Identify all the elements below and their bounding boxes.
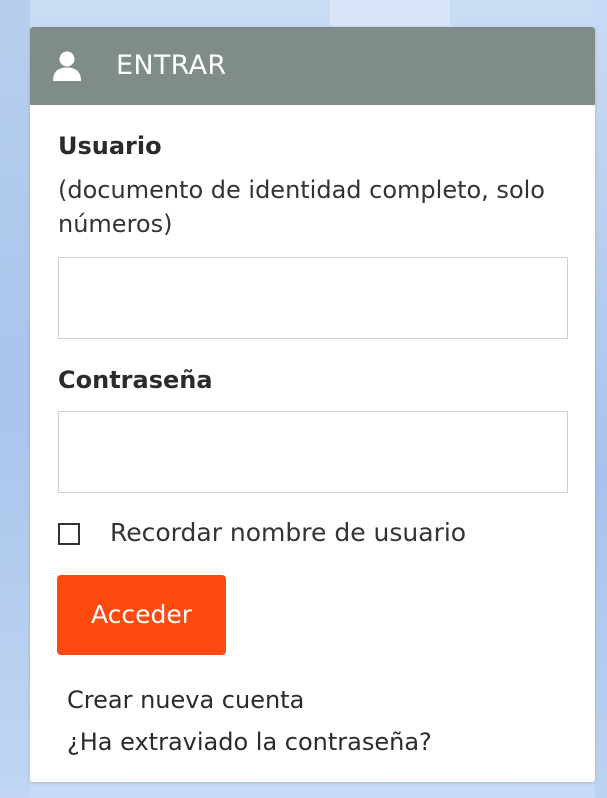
login-card: ENTRAR Usuario (documento de identidad c… — [30, 27, 595, 782]
password-input[interactable] — [58, 411, 568, 493]
background-panel-right — [595, 0, 607, 798]
password-label: Contraseña — [58, 366, 213, 394]
login-title: ENTRAR — [116, 50, 227, 81]
remember-username-checkbox[interactable] — [58, 523, 80, 545]
background-panel-left — [0, 0, 30, 798]
create-account-link[interactable]: Crear nueva cuenta — [67, 685, 304, 715]
login-header: ENTRAR — [30, 27, 595, 105]
user-icon — [50, 51, 84, 81]
username-input[interactable] — [58, 257, 568, 339]
background-panel-top — [330, 0, 450, 26]
username-label: Usuario — [58, 132, 162, 160]
username-help-text: (documento de identidad completo, solo n… — [58, 176, 545, 238]
login-submit-button[interactable]: Acceder — [57, 575, 226, 655]
remember-username-label[interactable]: Recordar nombre de usuario — [110, 517, 466, 549]
forgot-password-link[interactable]: ¿Ha extraviado la contraseña? — [67, 727, 432, 757]
